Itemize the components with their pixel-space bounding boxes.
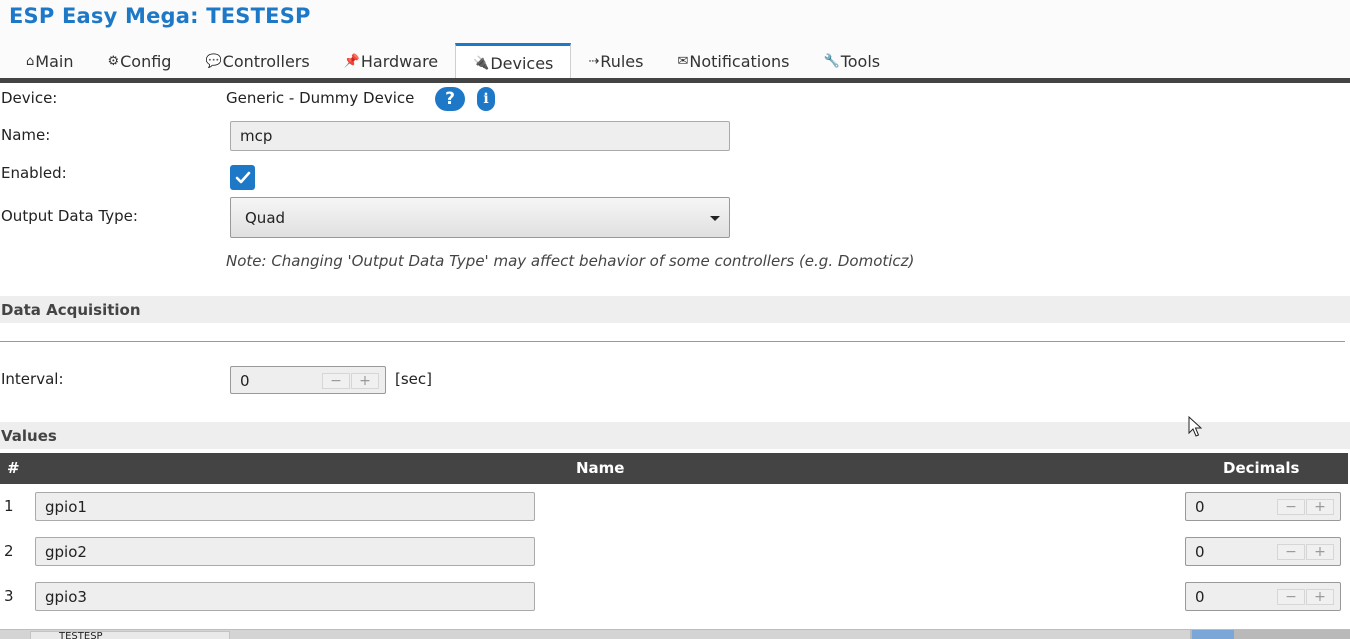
decimals-increment-button[interactable]: + xyxy=(1306,499,1334,515)
taskbar-window-button[interactable]: TESTESP xyxy=(30,631,230,639)
info-icon: i xyxy=(483,91,489,107)
os-taskbar: TESTESP xyxy=(0,629,1350,639)
pushpin-icon: 📌 xyxy=(343,53,360,69)
interval-decrement-button[interactable]: − xyxy=(322,373,350,389)
wrench-icon: 🔧 xyxy=(823,53,840,69)
gear-icon: ⚙ xyxy=(107,53,120,69)
enabled-label: Enabled: xyxy=(1,164,67,182)
top-bar: ESP Easy Mega: TESTESP ⌂ Main ⚙ Config 💬 Co… xyxy=(0,0,1350,80)
output-data-type-select[interactable]: Quad xyxy=(230,197,730,238)
device-name-input[interactable] xyxy=(230,121,730,151)
tab-rules[interactable]: ⇢ Rules xyxy=(571,43,660,79)
decimals-value: 0 xyxy=(1195,498,1205,516)
home-icon: ⌂ xyxy=(26,53,35,69)
tab-tools[interactable]: 🔧 Tools xyxy=(807,43,898,79)
interval-input[interactable]: 0 − + xyxy=(230,366,386,394)
output-data-type-label: Output Data Type: xyxy=(1,207,138,225)
decimals-increment-button[interactable]: + xyxy=(1306,589,1334,605)
tab-config[interactable]: ⚙ Config xyxy=(90,43,188,79)
value-name-input[interactable] xyxy=(35,492,535,521)
column-decimals-header: Decimals xyxy=(1223,459,1300,477)
interval-label: Interval: xyxy=(1,370,64,388)
output-type-note: Note: Changing 'Output Data Type' may af… xyxy=(226,252,915,270)
column-index-header: # xyxy=(7,459,20,477)
tab-hardware[interactable]: 📌 Hardware xyxy=(327,43,455,79)
decimals-value: 0 xyxy=(1195,588,1205,606)
app-title: ESP Easy Mega: TESTESP xyxy=(9,4,311,28)
info-button[interactable]: i xyxy=(477,87,495,111)
main-nav-tabs: ⌂ Main ⚙ Config 💬 Controllers 📌 Hardware 🔌 De… xyxy=(9,43,898,80)
tab-notifications[interactable]: ✉ Notifications xyxy=(660,43,806,79)
question-icon: ? xyxy=(445,89,455,109)
data-acquisition-header: Data Acquisition xyxy=(0,296,1350,323)
value-row-index: 1 xyxy=(4,497,14,515)
decimals-input[interactable]: 0 − + xyxy=(1185,582,1341,611)
dashed-arrow-icon: ⇢ xyxy=(588,53,600,69)
device-type-value: Generic - Dummy Device xyxy=(226,89,415,107)
decimals-input[interactable]: 0 − + xyxy=(1185,537,1341,566)
checkmark-icon xyxy=(235,171,250,183)
decimals-increment-button[interactable]: + xyxy=(1306,544,1334,560)
decimals-decrement-button[interactable]: − xyxy=(1277,544,1305,560)
interval-unit: [sec] xyxy=(395,370,432,388)
help-button[interactable]: ? xyxy=(435,87,465,111)
device-label: Device: xyxy=(1,89,58,107)
decimals-decrement-button[interactable]: − xyxy=(1277,589,1305,605)
value-name-input[interactable] xyxy=(35,537,535,566)
speech-bubble-icon: 💬 xyxy=(205,53,222,69)
tab-main[interactable]: ⌂ Main xyxy=(9,43,90,79)
value-row-index: 2 xyxy=(4,542,14,560)
enabled-checkbox[interactable] xyxy=(230,165,255,190)
output-data-type-selected: Quad xyxy=(245,208,286,227)
column-name-header: Name xyxy=(576,459,625,477)
interval-increment-button[interactable]: + xyxy=(351,373,379,389)
name-label: Name: xyxy=(1,126,51,144)
tab-devices[interactable]: 🔌 Devices xyxy=(455,43,572,80)
decimals-decrement-button[interactable]: − xyxy=(1277,499,1305,515)
decimals-value: 0 xyxy=(1195,543,1205,561)
values-table-header: # Name Decimals xyxy=(0,453,1348,484)
envelope-icon: ✉ xyxy=(677,53,689,69)
taskbar-tray-active-item[interactable] xyxy=(1192,630,1234,639)
interval-value: 0 xyxy=(240,372,250,390)
tab-underline-bar xyxy=(0,78,1350,83)
caret-down-icon xyxy=(710,216,720,221)
section-divider xyxy=(0,341,1345,342)
mouse-pointer-icon xyxy=(1188,416,1202,437)
plug-icon: 🔌 xyxy=(473,55,490,71)
tab-controllers[interactable]: 💬 Controllers xyxy=(188,43,326,79)
values-header: Values xyxy=(0,422,1350,449)
value-row-index: 3 xyxy=(4,587,14,605)
decimals-input[interactable]: 0 − + xyxy=(1185,492,1341,521)
value-name-input[interactable] xyxy=(35,582,535,611)
